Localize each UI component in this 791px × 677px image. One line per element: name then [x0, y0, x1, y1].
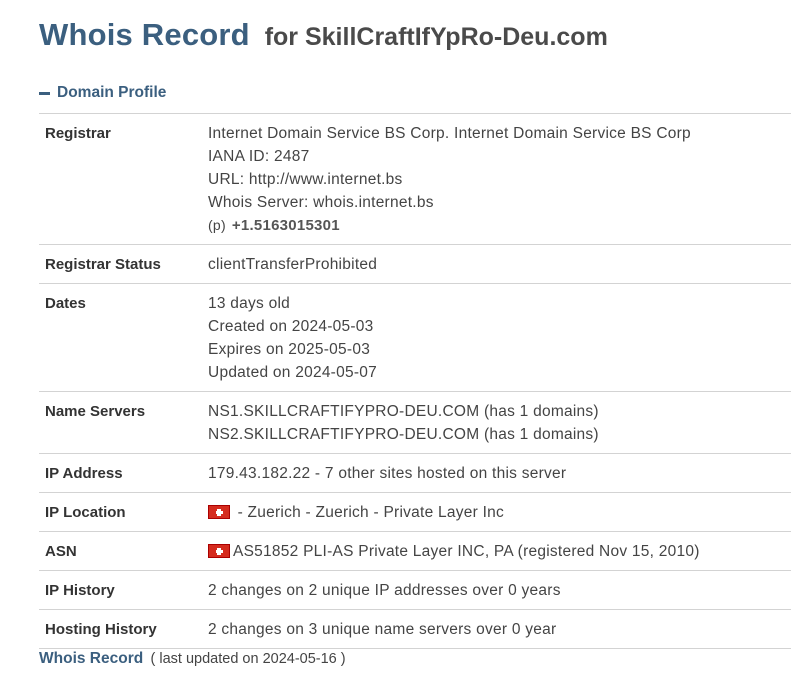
table-row-ip-history: IP History 2 changes on 2 unique IP addr… [39, 571, 791, 610]
hosting-history-text: 2 changes on 3 unique name servers over … [208, 621, 557, 638]
registrar-phone: (p) +1.5163015301 [208, 214, 791, 237]
switzerland-flag-icon [208, 505, 230, 519]
asn-value: AS51852 PLI-AS Private Layer INC, PA (re… [208, 540, 791, 563]
row-label: ASN [45, 543, 77, 560]
table-row-ip-location: IP Location - Zuerich - Zuerich - Privat… [39, 493, 791, 532]
row-label: Registrar Status [45, 256, 161, 273]
domain-age: 13 days old [208, 295, 291, 312]
expires-date: Expires on 2025-05-03 [208, 341, 371, 358]
ip-address-text: 179.43.182.22 - 7 other sites hosted on … [208, 465, 567, 482]
table-row-ip-address: IP Address 179.43.182.22 - 7 other sites… [39, 454, 791, 493]
domain-profile-title: Domain Profile [57, 84, 167, 101]
registrar-value: Internet Domain Service BS Corp. Interne… [208, 122, 791, 237]
switzerland-flag-icon [208, 544, 230, 558]
registrar-whois-server: Whois Server: whois.internet.bs [208, 194, 434, 211]
page-title-main: Whois Record [39, 17, 250, 52]
minus-icon[interactable] [39, 92, 50, 95]
registrar-iana-id: IANA ID: 2487 [208, 148, 310, 165]
registrar-name: Internet Domain Service BS Corp. Interne… [208, 125, 691, 142]
status-text: clientTransferProhibited [208, 256, 378, 273]
ip-location-value: - Zuerich - Zuerich - Private Layer Inc [208, 501, 791, 524]
ip-location-text: - Zuerich - Zuerich - Private Layer Inc [237, 504, 505, 521]
page-title-domain: for SkillCraftIfYpRo-Deu.com [264, 23, 608, 51]
registrar-status-value: clientTransferProhibited [208, 253, 791, 276]
table-row-hosting-history: Hosting History 2 changes on 3 unique na… [39, 610, 791, 649]
table-row-dates: Dates 13 days old Created on 2024-05-03 … [39, 284, 791, 392]
row-label: Name Servers [45, 403, 146, 420]
ip-history-text: 2 changes on 2 unique IP addresses over … [208, 582, 561, 599]
footer-last-updated: ( last updated on 2024-05-16 ) [150, 651, 346, 667]
table-row-registrar-status: Registrar Status clientTransferProhibite… [39, 245, 791, 284]
ip-address-value: 179.43.182.22 - 7 other sites hosted on … [208, 462, 791, 485]
phone-number: +1.5163015301 [231, 217, 340, 234]
row-label: Hosting History [45, 621, 157, 638]
row-label: IP Location [45, 504, 126, 521]
name-server-2: NS2.SKILLCRAFTIFYPRO-DEU.COM (has 1 doma… [208, 426, 599, 443]
page-title: Whois Record for SkillCraftIfYpRo-Deu.co… [39, 16, 608, 53]
registrar-url: URL: http://www.internet.bs [208, 171, 403, 188]
dates-value: 13 days old Created on 2024-05-03 Expire… [208, 292, 791, 384]
updated-date: Updated on 2024-05-07 [208, 364, 377, 381]
domain-profile-toggle[interactable]: Domain Profile [39, 84, 166, 102]
table-row-name-servers: Name Servers NS1.SKILLCRAFTIFYPRO-DEU.CO… [39, 392, 791, 454]
asn-text: AS51852 PLI-AS Private Layer INC, PA (re… [233, 543, 700, 560]
row-label: Registrar [45, 125, 111, 142]
domain-profile-table: Registrar Internet Domain Service BS Cor… [39, 113, 791, 649]
row-label: IP Address [45, 465, 123, 482]
footer-title: Whois Record [39, 650, 144, 667]
asn-line: AS51852 PLI-AS Private Layer INC, PA (re… [208, 540, 791, 563]
name-servers-value: NS1.SKILLCRAFTIFYPRO-DEU.COM (has 1 doma… [208, 400, 791, 446]
phone-prefix: (p) [208, 217, 226, 233]
row-label: Dates [45, 295, 86, 312]
ip-location-line: - Zuerich - Zuerich - Private Layer Inc [208, 501, 791, 524]
ip-history-value: 2 changes on 2 unique IP addresses over … [208, 579, 791, 602]
row-label: IP History [45, 582, 115, 599]
hosting-history-value: 2 changes on 3 unique name servers over … [208, 618, 791, 641]
whois-record-footer: Whois Record ( last updated on 2024-05-1… [39, 650, 346, 668]
created-date: Created on 2024-05-03 [208, 318, 374, 335]
table-row-asn: ASN AS51852 PLI-AS Private Layer INC, PA… [39, 532, 791, 571]
table-row-registrar: Registrar Internet Domain Service BS Cor… [39, 114, 791, 245]
name-server-1: NS1.SKILLCRAFTIFYPRO-DEU.COM (has 1 doma… [208, 403, 599, 420]
